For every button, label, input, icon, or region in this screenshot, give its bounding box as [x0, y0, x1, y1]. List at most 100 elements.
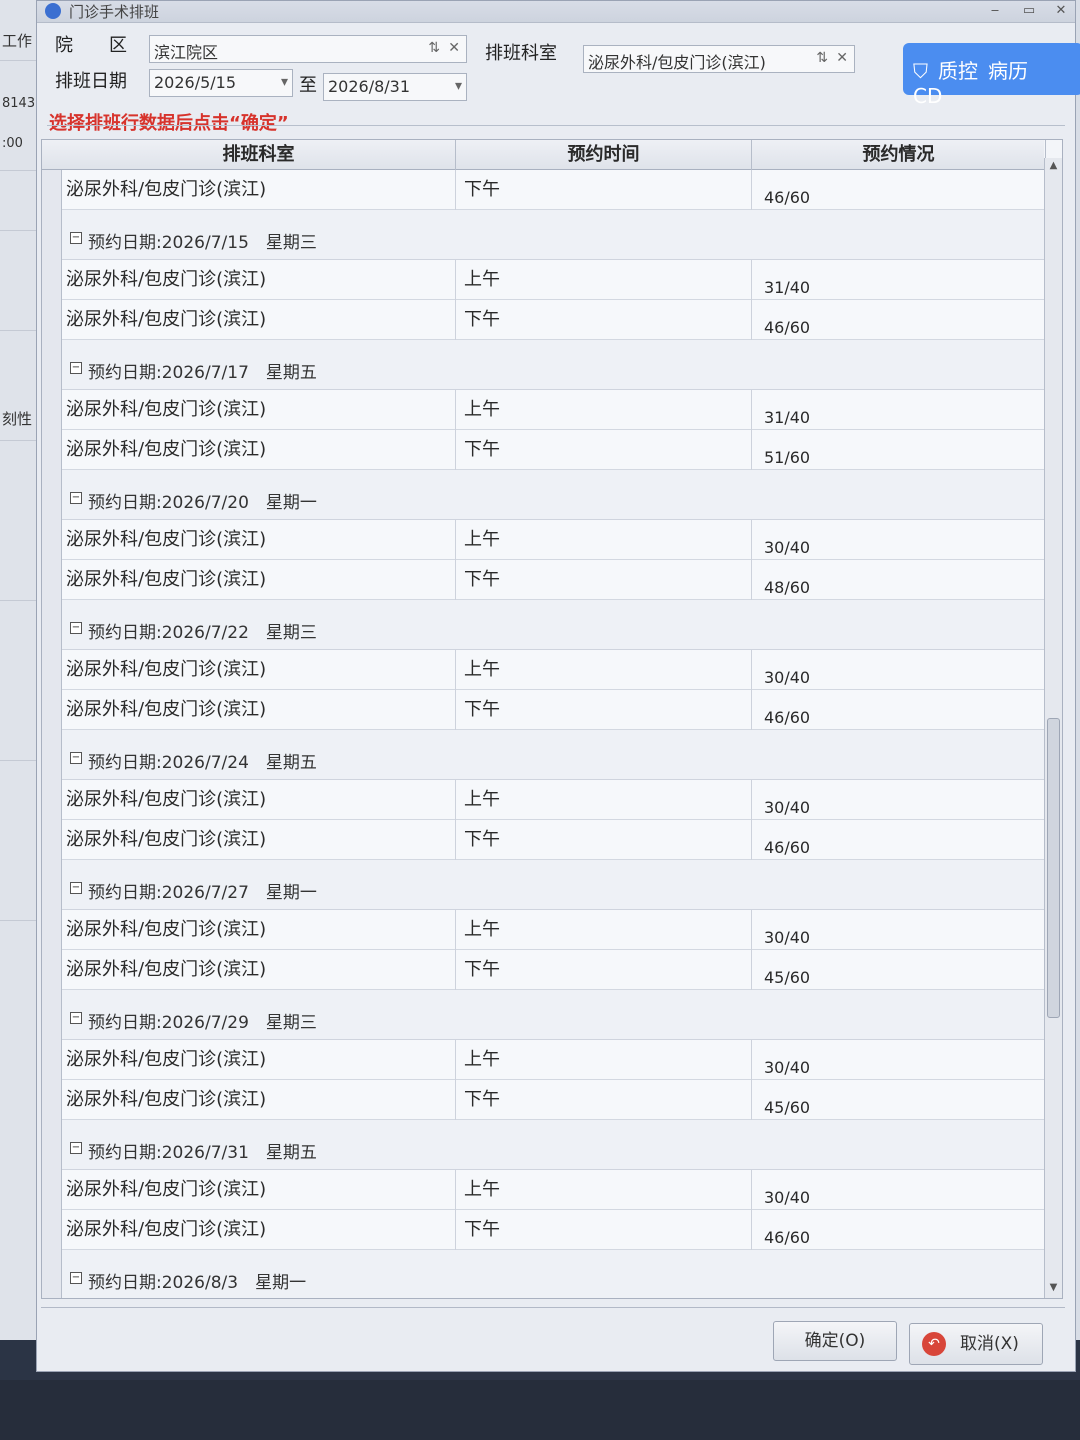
- time-cell: 上午: [456, 1170, 752, 1210]
- scroll-up-icon[interactable]: ▲: [1045, 160, 1062, 174]
- table-row[interactable]: 泌尿外科/包皮门诊(滨江) 下午 46/60: [62, 170, 1046, 210]
- clear-icon[interactable]: ✕: [836, 50, 848, 66]
- status-cell: 46/60: [752, 1210, 1046, 1250]
- dept-cell: 泌尿外科/包皮门诊(滨江): [62, 820, 456, 860]
- collapse-icon[interactable]: −: [70, 1012, 82, 1024]
- table-row[interactable]: 泌尿外科/包皮门诊(滨江) 下午 46/60: [62, 820, 1046, 860]
- column-header-status[interactable]: 预约情况: [752, 140, 1046, 170]
- date-group-header[interactable]: − 预约日期:2026/7/22 星期三: [62, 600, 1044, 650]
- date-group-header[interactable]: − 预约日期:2026/7/31 星期五: [62, 1120, 1044, 1170]
- table-row[interactable]: 泌尿外科/包皮门诊(滨江) 下午 46/60: [62, 300, 1046, 340]
- app-icon: [45, 3, 61, 19]
- collapse-icon[interactable]: −: [70, 232, 82, 244]
- table-row[interactable]: 泌尿外科/包皮门诊(滨江) 上午 31/40: [62, 260, 1046, 300]
- date-group-header[interactable]: − 预约日期:2026/7/17 星期五: [62, 340, 1044, 390]
- group-date-label: 预约日期:2026/7/24 星期五: [88, 753, 317, 773]
- date-label: 排班日期: [55, 71, 127, 92]
- table-row[interactable]: 泌尿外科/包皮门诊(滨江) 下午 45/60: [62, 950, 1046, 990]
- campus-select[interactable]: 滨江院区 ⇅ ✕: [149, 35, 467, 63]
- collapse-icon[interactable]: −: [70, 1272, 82, 1284]
- status-cell: 31/40: [752, 390, 1046, 430]
- vertical-scrollbar[interactable]: ▲ ▼: [1044, 158, 1062, 1298]
- status-cell: 46/60: [752, 170, 1046, 210]
- status-cell: 30/40: [752, 1170, 1046, 1210]
- status-cell: 46/60: [752, 300, 1046, 340]
- swap-icon[interactable]: ⇅: [428, 40, 440, 56]
- dept-cell: 泌尿外科/包皮门诊(滨江): [62, 520, 456, 560]
- status-cell: 31/40: [752, 260, 1046, 300]
- dropdown-icon[interactable]: ▾: [281, 74, 288, 90]
- date-from-picker[interactable]: 2026/5/15 ▾: [149, 69, 293, 97]
- collapse-icon[interactable]: −: [70, 1142, 82, 1154]
- time-cell: 下午: [456, 1080, 752, 1120]
- scroll-down-icon[interactable]: ▼: [1045, 1282, 1062, 1296]
- dept-cell: 泌尿外科/包皮门诊(滨江): [62, 300, 456, 340]
- collapse-icon[interactable]: −: [70, 752, 82, 764]
- time-cell: 下午: [456, 430, 752, 470]
- date-group-header[interactable]: − 预约日期:2026/7/27 星期一: [62, 860, 1044, 910]
- dept-cell: 泌尿外科/包皮门诊(滨江): [62, 950, 456, 990]
- bg-label: 工作: [2, 32, 33, 50]
- collapse-icon[interactable]: −: [70, 882, 82, 894]
- date-group-header[interactable]: − 预约日期:2026/8/3 星期一: [62, 1250, 1044, 1298]
- date-group-header[interactable]: − 预约日期:2026/7/20 星期一: [62, 470, 1044, 520]
- quality-control-button[interactable]: ⛉ 质控 病历 CD: [903, 43, 1080, 108]
- schedule-grid: 排班科室 预约时间 预约情况 泌尿外科/包皮门诊(滨江) 下午 46/60 − 预…: [41, 139, 1063, 1299]
- dropdown-icon[interactable]: ▾: [455, 78, 462, 94]
- campus-label: 院 区: [55, 35, 127, 56]
- status-cell: 46/60: [752, 690, 1046, 730]
- dept-cell: 泌尿外科/包皮门诊(滨江): [62, 910, 456, 950]
- record-label: 病历: [988, 59, 1028, 83]
- table-row[interactable]: 泌尿外科/包皮门诊(滨江) 下午 46/60: [62, 1210, 1046, 1250]
- dept-cell: 泌尿外科/包皮门诊(滨江): [62, 390, 456, 430]
- grid-rows: 泌尿外科/包皮门诊(滨江) 下午 46/60 − 预约日期:2026/7/15 星…: [62, 170, 1046, 1298]
- time-cell: 上午: [456, 390, 752, 430]
- minimize-icon[interactable]: ‒: [981, 3, 1009, 21]
- status-cell: 48/60: [752, 560, 1046, 600]
- collapse-icon[interactable]: −: [70, 622, 82, 634]
- column-header-dept[interactable]: 排班科室: [62, 140, 456, 170]
- instruction-text: 选择排班行数据后点击“确定”: [49, 113, 289, 134]
- table-row[interactable]: 泌尿外科/包皮门诊(滨江) 上午 30/40: [62, 910, 1046, 950]
- maximize-icon[interactable]: ▭: [1015, 3, 1043, 21]
- date-group-header[interactable]: − 预约日期:2026/7/15 星期三: [62, 210, 1044, 260]
- table-row[interactable]: 泌尿外科/包皮门诊(滨江) 上午 30/40: [62, 650, 1046, 690]
- table-row[interactable]: 泌尿外科/包皮门诊(滨江) 下午 46/60: [62, 690, 1046, 730]
- date-group-header[interactable]: − 预约日期:2026/7/29 星期三: [62, 990, 1044, 1040]
- table-row[interactable]: 泌尿外科/包皮门诊(滨江) 下午 48/60: [62, 560, 1046, 600]
- status-cell: 30/40: [752, 1040, 1046, 1080]
- table-row[interactable]: 泌尿外科/包皮门诊(滨江) 上午 30/40: [62, 1040, 1046, 1080]
- scroll-thumb[interactable]: [1047, 718, 1060, 1018]
- swap-icon[interactable]: ⇅: [816, 50, 828, 66]
- table-row[interactable]: 泌尿外科/包皮门诊(滨江) 下午 45/60: [62, 1080, 1046, 1120]
- status-cell: 51/60: [752, 430, 1046, 470]
- collapse-icon[interactable]: −: [70, 492, 82, 504]
- close-icon[interactable]: ✕: [1047, 3, 1075, 21]
- clear-icon[interactable]: ✕: [448, 40, 460, 56]
- date-to-picker[interactable]: 2026/8/31 ▾: [323, 73, 467, 101]
- campus-value: 滨江院区: [154, 43, 219, 62]
- date-group-header[interactable]: − 预约日期:2026/7/24 星期五: [62, 730, 1044, 780]
- time-cell: 上午: [456, 910, 752, 950]
- ok-button[interactable]: 确定(O): [773, 1321, 897, 1361]
- dept-label: 排班科室: [485, 43, 557, 64]
- dept-select[interactable]: 泌尿外科/包皮门诊(滨江) ⇅ ✕: [583, 45, 855, 73]
- cancel-label: 取消(X): [960, 1334, 1019, 1354]
- collapse-icon[interactable]: −: [70, 362, 82, 374]
- table-row[interactable]: 泌尿外科/包皮门诊(滨江) 上午 31/40: [62, 390, 1046, 430]
- table-row[interactable]: 泌尿外科/包皮门诊(滨江) 上午 30/40: [62, 780, 1046, 820]
- table-row[interactable]: 泌尿外科/包皮门诊(滨江) 上午 30/40: [62, 520, 1046, 560]
- bg-label: 刻性: [2, 410, 33, 428]
- time-cell: 上午: [456, 1040, 752, 1080]
- status-cell: 30/40: [752, 650, 1046, 690]
- undo-icon: ↶: [922, 1332, 946, 1356]
- cancel-button[interactable]: ↶ 取消(X): [909, 1323, 1043, 1365]
- taskbar: [0, 1380, 1080, 1440]
- column-header-time[interactable]: 预约时间: [456, 140, 752, 170]
- background-app-strip: 工作 8143 :00 刻性: [0, 0, 40, 1340]
- status-cell: 30/40: [752, 780, 1046, 820]
- table-row[interactable]: 泌尿外科/包皮门诊(滨江) 上午 30/40: [62, 1170, 1046, 1210]
- dept-cell: 泌尿外科/包皮门诊(滨江): [62, 560, 456, 600]
- time-cell: 上午: [456, 520, 752, 560]
- table-row[interactable]: 泌尿外科/包皮门诊(滨江) 下午 51/60: [62, 430, 1046, 470]
